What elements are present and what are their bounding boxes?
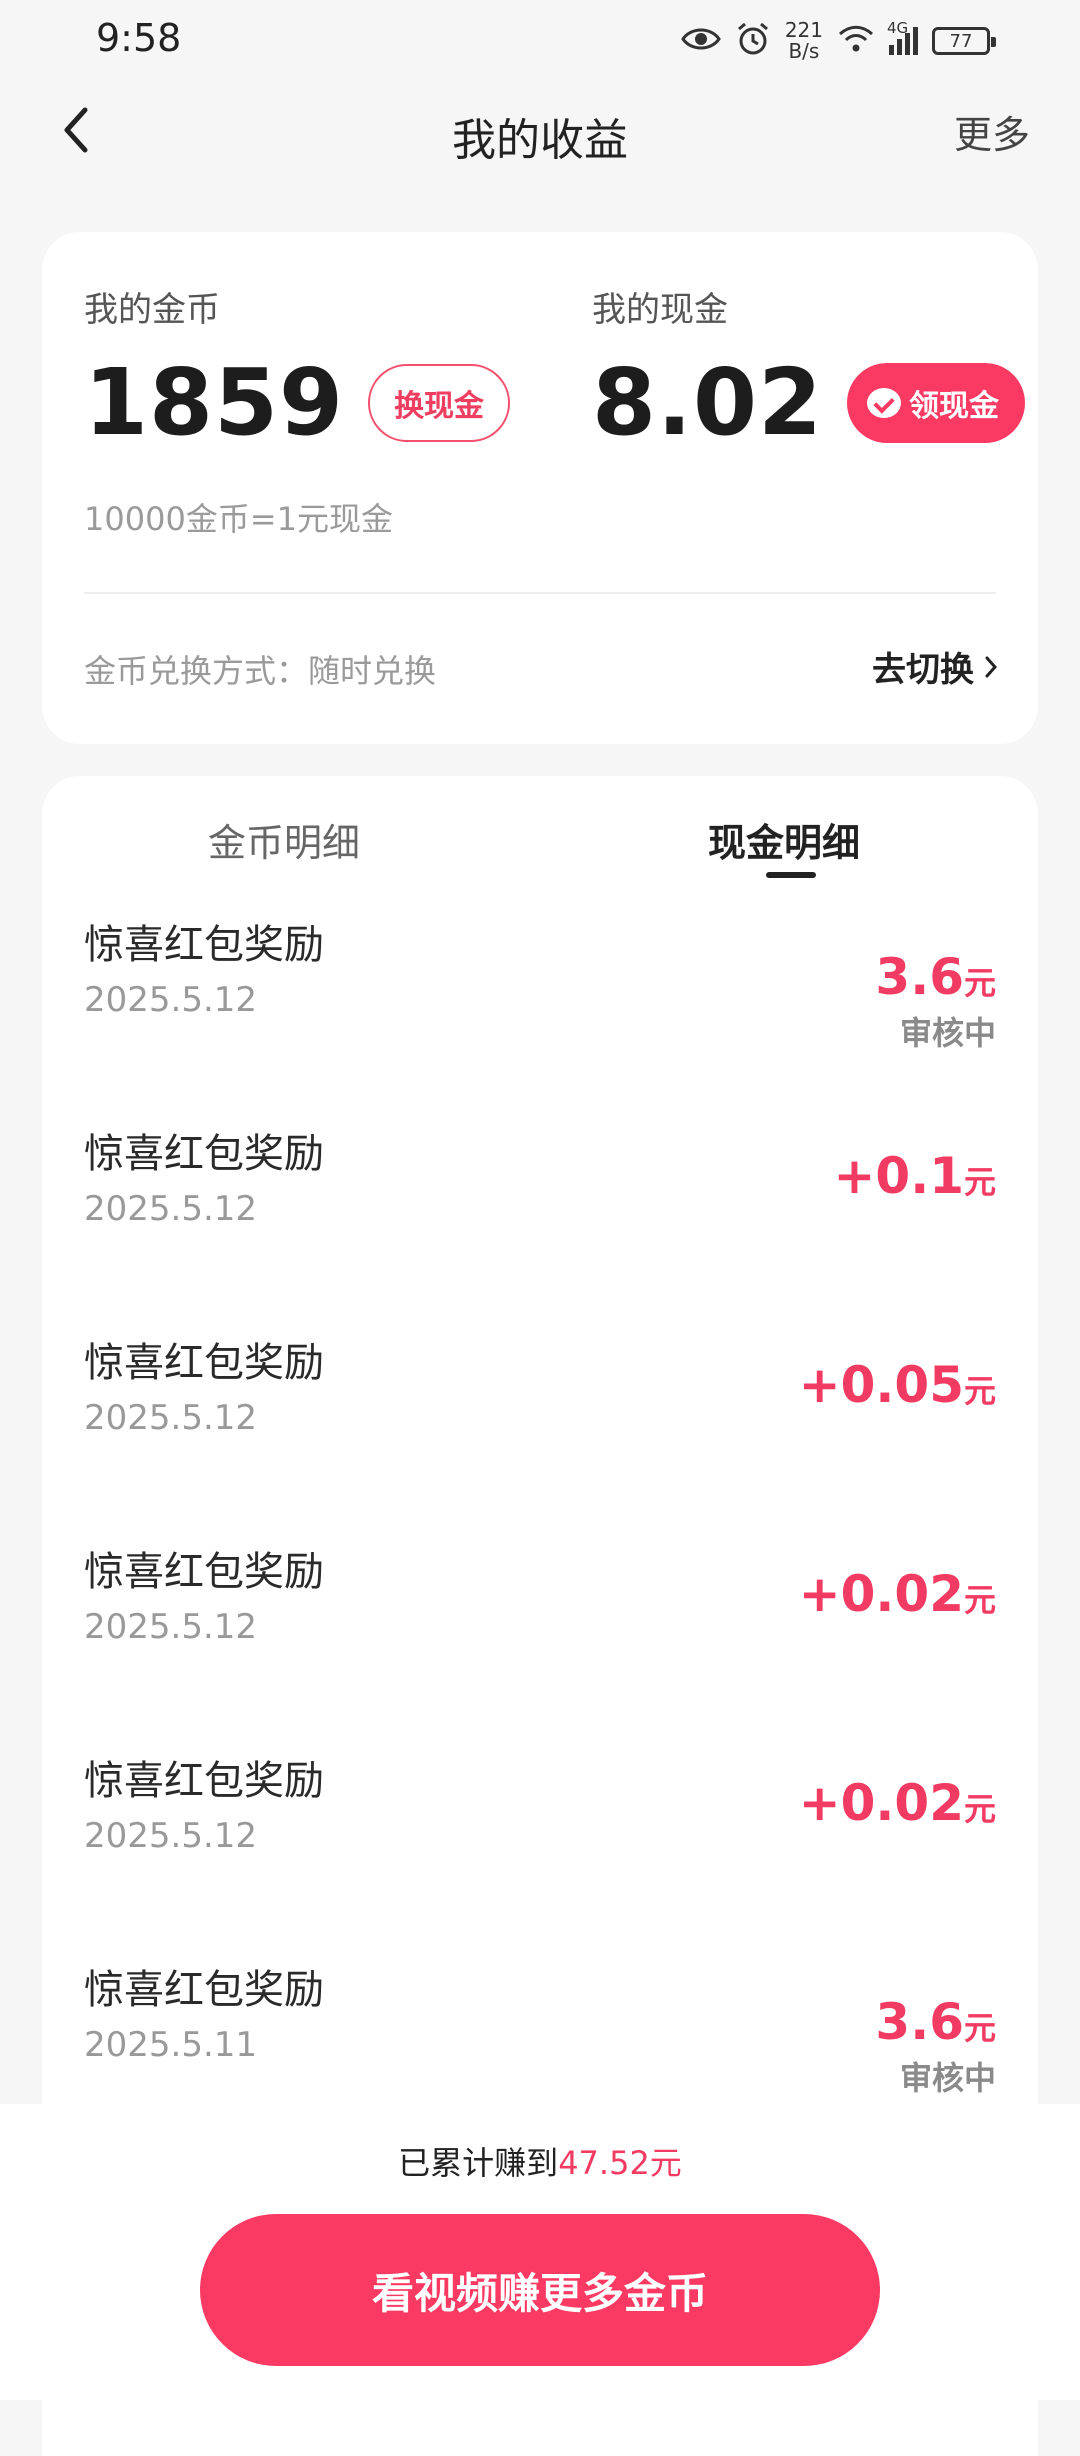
record-item: 惊喜红包奖励 2025.5.12 +0.02元 <box>84 1539 996 1739</box>
watch-video-button[interactable]: 看视频赚更多金币 <box>200 2214 880 2366</box>
tab-coin-details[interactable]: 金币明细 <box>208 812 360 867</box>
record-amount: +0.02元 <box>798 1774 996 1832</box>
record-item: 惊喜红包奖励 2025.5.12 +0.1元 <box>84 1121 996 1321</box>
record-status: 审核中 <box>899 1014 996 1052</box>
total-earned-prefix: 已累计赚到 <box>398 2144 559 2182</box>
record-amount: +0.02元 <box>798 1565 996 1623</box>
record-amount: +0.05元 <box>798 1356 996 1414</box>
record-title: 惊喜红包奖励 <box>84 1131 324 1177</box>
more-button[interactable]: 更多 <box>954 104 1030 159</box>
record-date: 2025.5.12 <box>84 1189 258 1229</box>
coin-balance: 1859 <box>84 349 345 456</box>
wifi-icon <box>837 24 875 58</box>
net-speed: 221 B/s <box>784 18 823 63</box>
claim-cash-button[interactable]: 领现金 <box>847 363 1025 443</box>
chevron-left-icon <box>64 107 88 153</box>
switch-mode-label: 去切换 <box>872 650 974 690</box>
record-amount: 3.6元 <box>875 948 996 1006</box>
total-earned: 已累计赚到47.52元 <box>0 2138 1080 2184</box>
status-time: 9:58 <box>96 16 182 60</box>
alarm-icon <box>735 21 771 61</box>
active-tab-indicator <box>766 872 816 878</box>
record-amount: 3.6元 <box>875 1993 996 2051</box>
record-date: 2025.5.12 <box>84 1816 258 1856</box>
record-date: 2025.5.12 <box>84 980 258 1020</box>
record-title: 惊喜红包奖励 <box>84 1967 324 2013</box>
coin-label: 我的金币 <box>84 290 220 330</box>
bottom-bar: 已累计赚到47.52元 看视频赚更多金币 <box>0 2104 1080 2400</box>
chevron-right-icon <box>985 656 998 677</box>
status-bar: 9:58 221 B/s 4G 77 <box>0 0 1080 80</box>
record-amount: +0.1元 <box>833 1147 996 1205</box>
status-icons: 221 B/s 4G 77 <box>681 16 996 66</box>
exchange-rate-text: 10000金币=1元现金 <box>84 500 393 538</box>
claim-cash-label: 领现金 <box>909 389 999 424</box>
record-title: 惊喜红包奖励 <box>84 1549 324 1595</box>
signal-icon: 4G <box>887 19 918 55</box>
cash-label: 我的现金 <box>592 290 728 330</box>
page-title: 我的收益 <box>452 115 628 166</box>
back-button[interactable] <box>48 102 104 158</box>
record-date: 2025.5.12 <box>84 1607 258 1647</box>
record-title: 惊喜红包奖励 <box>84 1758 324 1804</box>
record-date: 2025.5.11 <box>84 2025 258 2065</box>
coin-block: 我的金币 1859 换现金 <box>84 282 511 456</box>
record-item: 惊喜红包奖励 2025.5.12 +0.05元 <box>84 1330 996 1530</box>
earnings-summary-card: 我的金币 1859 换现金 我的现金 8.02 领现金 10000金币=1元现金… <box>42 232 1038 744</box>
record-item: 惊喜红包奖励 2025.5.12 3.6元 审核中 <box>84 912 996 1112</box>
record-title: 惊喜红包奖励 <box>84 1340 324 1386</box>
record-status: 审核中 <box>899 2059 996 2097</box>
total-earned-value: 47.52元 <box>558 2144 682 2182</box>
cash-block: 我的现金 8.02 领现金 <box>592 282 1025 453</box>
exchange-cash-button[interactable]: 换现金 <box>368 364 511 442</box>
page-header: 我的收益 更多 <box>0 90 1080 170</box>
cash-balance: 8.02 <box>592 349 823 456</box>
record-item: 惊喜红包奖励 2025.5.12 +0.02元 <box>84 1748 996 1948</box>
eye-icon <box>681 25 721 57</box>
exchange-mode-text: 金币兑换方式：随时兑换 <box>84 652 437 690</box>
wechat-pay-icon <box>867 388 901 418</box>
tab-cash-details[interactable]: 现金明细 <box>708 812 860 867</box>
battery-indicator: 77 <box>932 27 996 55</box>
divider <box>84 592 996 594</box>
record-title: 惊喜红包奖励 <box>84 922 324 968</box>
record-date: 2025.5.12 <box>84 1398 258 1438</box>
switch-mode-link[interactable]: 去切换 <box>872 642 998 691</box>
